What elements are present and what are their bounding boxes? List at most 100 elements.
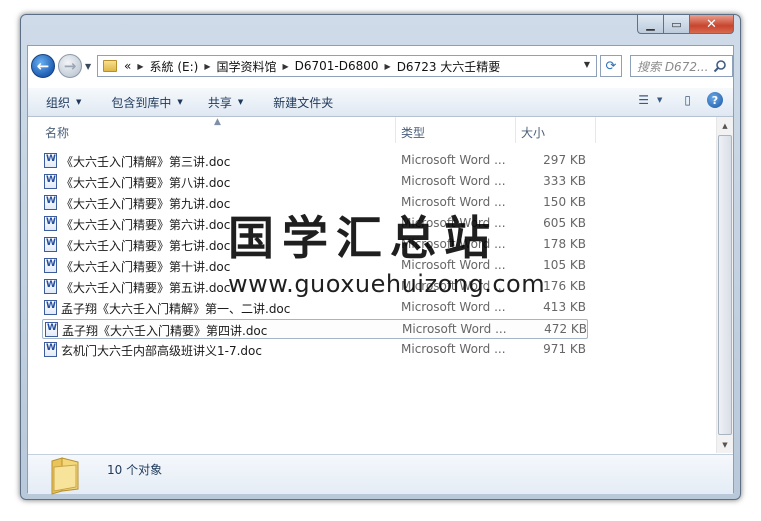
file-type: Microsoft Word ... [401, 153, 506, 167]
close-button[interactable]: ✕ [690, 15, 734, 34]
organize-menu[interactable]: 组织 ▼ [46, 94, 81, 111]
word-document-icon [45, 322, 58, 337]
file-row[interactable]: 《大六壬入门精要》第八讲.doc Microsoft Word ... 333 KB [42, 172, 588, 192]
column-divider[interactable] [595, 117, 596, 143]
view-options-icon[interactable]: ☰ [638, 93, 649, 107]
file-size: 297 KB [543, 153, 586, 167]
breadcrumb-current[interactable]: D6723 大六壬精要 [397, 58, 501, 75]
back-button[interactable]: ← [31, 54, 55, 78]
arrow-right-icon: → [63, 57, 77, 75]
file-size: 105 KB [543, 258, 586, 272]
file-row[interactable]: 玄机门大六壬内部高级班讲义1-7.doc Microsoft Word ... 97… [42, 340, 588, 360]
file-size: 413 KB [543, 300, 586, 314]
file-type: Microsoft Word ... [401, 342, 506, 356]
file-row[interactable]: 孟子翔《大六壬入门精要》第四讲.doc Microsoft Word ... 472… [42, 319, 588, 339]
word-document-icon [44, 300, 57, 315]
file-size: 150 KB [543, 195, 586, 209]
file-row[interactable]: 孟子翔《大六壬入门精解》第一、二讲.doc Microsoft Word ... 4… [42, 298, 588, 318]
file-name: 《大六壬入门精要》第五讲.doc [61, 281, 231, 295]
file-size: 333 KB [543, 174, 586, 188]
new-folder-label: 新建文件夹 [273, 95, 334, 110]
file-row[interactable]: 《大六壬入门精要》第五讲.doc Microsoft Word ... 176 KB [42, 277, 588, 297]
scroll-up-icon[interactable]: ▲ [717, 117, 733, 134]
minimize-button[interactable]: ▁ [637, 15, 664, 34]
file-row[interactable]: 《大六壬入门精要》第十讲.doc Microsoft Word ... 105 KB [42, 256, 588, 276]
file-size: 176 KB [543, 279, 586, 293]
file-name: 《大六壬入门精要》第六讲.doc [61, 218, 231, 232]
scroll-down-icon[interactable]: ▼ [717, 436, 733, 453]
search-placeholder: 搜索 D672... [637, 59, 709, 74]
file-size: 605 KB [543, 216, 586, 230]
file-type: Microsoft Word ... [401, 300, 506, 314]
file-size: 971 KB [543, 342, 586, 356]
file-row[interactable]: 《大六壬入门精要》第九讲.doc Microsoft Word ... 150 KB [42, 193, 588, 213]
view-controls: ☰ ▼ ▯ ? [626, 92, 723, 108]
organize-label: 组织 [46, 95, 71, 110]
chevron-right-icon[interactable]: ▶ [204, 62, 210, 71]
file-type: Microsoft Word ... [401, 174, 506, 188]
file-name: 孟子翔《大六壬入门精解》第一、二讲.doc [61, 302, 291, 316]
share-menu[interactable]: 共享 ▼ [208, 94, 243, 111]
chevron-right-icon[interactable]: ▶ [137, 62, 143, 71]
file-name: 《大六壬入门精解》第三讲.doc [61, 155, 231, 169]
column-divider[interactable] [395, 117, 396, 143]
vertical-scrollbar[interactable]: ▲ ▼ [716, 117, 733, 453]
chevron-right-icon[interactable]: ▶ [282, 62, 288, 71]
close-icon: ✕ [706, 16, 717, 32]
file-name: 《大六壬入门精要》第八讲.doc [61, 176, 231, 190]
word-document-icon [44, 279, 57, 294]
address-bar[interactable]: « ▶ 系統 (E:) ▶ 国学资料馆 ▶ D6701-D6800 ▶ D672… [97, 55, 597, 77]
maximize-icon: ▭ [671, 17, 682, 31]
explorer-window: ▁ ▭ ✕ ← → ▼ « ▶ 系統 (E:) ▶ 国学资料馆 ▶ D6701-… [20, 14, 741, 500]
chevron-down-icon: ▼ [237, 98, 244, 106]
file-row[interactable]: 《大六壬入门精要》第六讲.doc Microsoft Word ... 605 KB [42, 214, 588, 234]
sort-ascending-icon: ▲ [214, 117, 221, 127]
column-headers: ▲ 名称 类型 大小 [28, 117, 716, 143]
window-controls: ▁ ▭ ✕ [637, 15, 734, 35]
word-document-icon [44, 237, 57, 252]
folder-icon [51, 457, 79, 495]
file-type: Microsoft Word ... [401, 195, 506, 209]
chevron-down-icon[interactable]: ▼ [584, 60, 590, 69]
file-size: 178 KB [543, 237, 586, 251]
column-name[interactable]: 名称 [45, 124, 69, 141]
maximize-button[interactable]: ▭ [664, 15, 690, 34]
file-type: Microsoft Word ... [401, 258, 506, 272]
column-divider[interactable] [515, 117, 516, 143]
minimize-icon: ▁ [646, 17, 655, 31]
details-pane: 10 个对象 [28, 454, 733, 495]
file-name: 《大六壬入门精要》第七讲.doc [61, 239, 231, 253]
scrollbar-thumb[interactable] [718, 135, 732, 435]
chevron-right-icon[interactable]: ▶ [385, 62, 391, 71]
preview-pane-icon[interactable]: ▯ [684, 93, 691, 107]
command-bar: 组织 ▼ 包含到库中 ▼ 共享 ▼ 新建文件夹 ☰ ▼ ▯ ? [28, 88, 733, 117]
breadcrumb-folder[interactable]: D6701-D6800 [295, 59, 379, 73]
refresh-button[interactable]: ⟳ [600, 55, 622, 77]
word-document-icon [44, 342, 57, 357]
file-row[interactable]: 《大六壬入门精要》第七讲.doc Microsoft Word ... 178 KB [42, 235, 588, 255]
include-in-library-menu[interactable]: 包含到库中 ▼ [111, 94, 182, 111]
file-name: 孟子翔《大六壬入门精要》第四讲.doc [62, 324, 268, 338]
file-row[interactable]: 《大六壬入门精解》第三讲.doc Microsoft Word ... 297 KB [42, 151, 588, 171]
search-icon[interactable] [713, 59, 727, 73]
breadcrumb-drive[interactable]: 系統 (E:) [150, 58, 199, 75]
recent-pages-dropdown[interactable]: ▼ [85, 62, 91, 71]
breadcrumb-folder[interactable]: 国学资料馆 [216, 58, 276, 75]
column-type[interactable]: 类型 [401, 124, 425, 141]
column-size[interactable]: 大小 [521, 124, 545, 141]
new-folder-button[interactable]: 新建文件夹 [273, 94, 333, 111]
file-list: ▲ 名称 类型 大小 《大六壬入门精解》第三讲.doc Microsoft Wor… [28, 117, 733, 453]
help-icon[interactable]: ? [707, 92, 723, 108]
refresh-icon: ⟳ [605, 58, 617, 74]
breadcrumb-overflow[interactable]: « [124, 59, 131, 73]
share-label: 共享 [207, 95, 232, 110]
chevron-down-icon[interactable]: ▼ [657, 96, 662, 104]
arrow-left-icon: ← [36, 57, 50, 75]
item-count: 10 个对象 [107, 463, 163, 477]
file-type: Microsoft Word ... [401, 216, 506, 230]
chevron-down-icon: ▼ [177, 98, 183, 106]
search-input[interactable]: 搜索 D672... [630, 55, 733, 77]
forward-button[interactable]: → [58, 54, 82, 78]
file-type: Microsoft Word ... [402, 322, 507, 336]
file-name: 《大六壬入门精要》第九讲.doc [61, 197, 231, 211]
